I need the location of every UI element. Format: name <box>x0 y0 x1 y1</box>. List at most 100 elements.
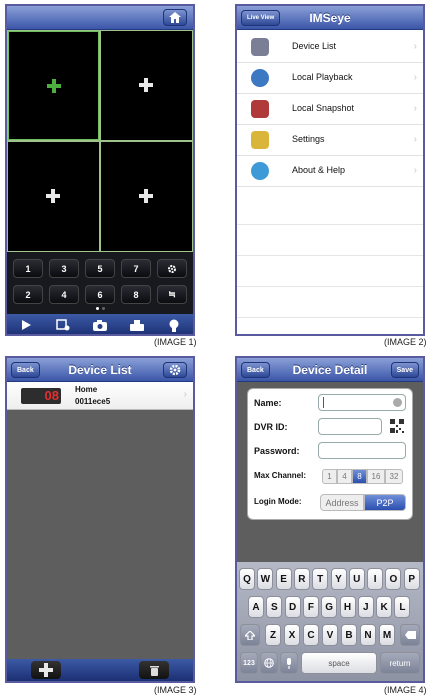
key-t[interactable]: T <box>312 568 329 590</box>
key-j[interactable]: J <box>357 596 374 618</box>
gear-icon <box>169 364 181 376</box>
device-form: Name: DVR ID: Password: Max Channel: 1 4… <box>247 388 413 520</box>
key-g[interactable]: G <box>321 596 338 618</box>
shift-key[interactable] <box>240 624 260 646</box>
key-f[interactable]: F <box>302 596 319 618</box>
channel-option-16[interactable]: 16 <box>367 469 385 484</box>
key-o[interactable]: O <box>385 568 402 590</box>
login-mode-p2p[interactable]: P2P <box>364 494 406 511</box>
microphone-key[interactable] <box>280 652 298 674</box>
password-field[interactable] <box>318 442 406 459</box>
menu-item-local-snapshot[interactable]: Local Snapshot › <box>237 94 423 125</box>
light-button[interactable] <box>155 314 193 334</box>
trash-icon <box>149 665 159 676</box>
add-device-button[interactable] <box>31 661 61 679</box>
video-channel-2[interactable] <box>101 31 192 140</box>
play-icon <box>22 320 31 330</box>
name-field[interactable] <box>318 394 406 411</box>
dvr-id-field[interactable] <box>318 418 382 435</box>
onscreen-keyboard: QWERTYUIOP ASDFGHJKL ZXCVBNM 123 space r… <box>237 562 423 681</box>
channel-key[interactable]: 6 <box>85 285 115 304</box>
chevron-right-icon: › <box>413 41 417 52</box>
channel-option-4[interactable]: 4 <box>337 469 352 484</box>
key-r[interactable]: R <box>293 568 310 590</box>
channel-option-1[interactable]: 1 <box>322 469 337 484</box>
qr-code-icon <box>390 419 404 433</box>
name-label: Name: <box>254 398 282 408</box>
key-z[interactable]: Z <box>265 624 281 646</box>
key-h[interactable]: H <box>339 596 356 618</box>
key-y[interactable]: Y <box>330 568 347 590</box>
video-channel-3[interactable] <box>8 142 99 251</box>
numbers-key[interactable]: 123 <box>240 652 258 674</box>
key-s[interactable]: S <box>266 596 283 618</box>
channel-key[interactable]: 7 <box>121 259 151 278</box>
channel-key[interactable]: 3 <box>49 259 79 278</box>
lightbulb-icon <box>169 319 179 332</box>
channel-option-32[interactable]: 32 <box>385 469 403 484</box>
chevron-right-icon: › <box>413 72 417 83</box>
menu-item-label: Device List <box>292 41 337 51</box>
key-l[interactable]: L <box>394 596 411 618</box>
qr-scan-button[interactable] <box>390 419 404 433</box>
home-button[interactable] <box>163 9 187 26</box>
return-key[interactable]: return <box>380 652 420 674</box>
key-v[interactable]: V <box>322 624 338 646</box>
channel-key[interactable]: 5 <box>85 259 115 278</box>
key-c[interactable]: C <box>303 624 319 646</box>
backspace-icon <box>404 631 416 639</box>
key-p[interactable]: P <box>403 568 420 590</box>
clear-icon[interactable] <box>393 398 402 407</box>
shift-icon <box>245 630 255 640</box>
key-b[interactable]: B <box>341 624 357 646</box>
video-channel-1[interactable] <box>8 31 99 140</box>
channel-key[interactable]: 2 <box>13 285 43 304</box>
menu-item-device-list[interactable]: Device List › <box>237 32 423 63</box>
space-key[interactable]: space <box>301 652 377 674</box>
key-d[interactable]: D <box>284 596 301 618</box>
local-snapshot-icon <box>251 100 269 118</box>
globe-key[interactable] <box>260 652 278 674</box>
add-channel-icon <box>139 78 153 92</box>
key-m[interactable]: M <box>379 624 395 646</box>
channel-key[interactable]: 8 <box>121 285 151 304</box>
key-u[interactable]: U <box>348 568 365 590</box>
key-k[interactable]: K <box>376 596 393 618</box>
device-name: Home <box>75 385 98 394</box>
key-w[interactable]: W <box>257 568 274 590</box>
play-button[interactable] <box>7 314 45 334</box>
menu-item-settings[interactable]: Settings › <box>237 125 423 156</box>
login-mode-address[interactable]: Address <box>320 494 364 511</box>
device-row[interactable]: 08 Home 0011ece5 › <box>7 382 193 410</box>
delete-device-button[interactable] <box>139 661 169 679</box>
channel-key[interactable]: 4 <box>49 285 79 304</box>
text-cursor <box>323 397 324 408</box>
live-toolbar <box>7 314 193 334</box>
settings-button[interactable] <box>163 362 187 378</box>
backspace-key[interactable] <box>400 624 420 646</box>
gear-key[interactable] <box>157 259 187 278</box>
menu-item-about-help[interactable]: About & Help › <box>237 156 423 187</box>
snapshot-button[interactable] <box>81 314 119 334</box>
home-icon <box>169 12 181 23</box>
video-channel-4[interactable] <box>101 142 192 251</box>
channel-option-8[interactable]: 8 <box>352 469 367 484</box>
add-channel-icon <box>47 79 61 93</box>
key-i[interactable]: I <box>367 568 384 590</box>
switch-view-key[interactable]: ≒ <box>157 285 187 304</box>
channel-key[interactable]: 1 <box>13 259 43 278</box>
key-n[interactable]: N <box>360 624 376 646</box>
key-a[interactable]: A <box>248 596 264 618</box>
dvr-icon: 08 <box>21 388 61 404</box>
password-label: Password: <box>254 446 300 456</box>
save-button[interactable]: Save <box>390 362 419 378</box>
playback-button[interactable] <box>44 314 82 334</box>
live-view-screen: 1 3 5 7 2 4 6 8 ≒ <box>5 4 195 336</box>
caption-image-1: (IMAGE 1) <box>154 337 197 347</box>
device-id: 0011ece5 <box>75 397 111 406</box>
ptz-button[interactable] <box>118 314 156 334</box>
key-q[interactable]: Q <box>239 568 255 590</box>
key-x[interactable]: X <box>284 624 300 646</box>
key-e[interactable]: E <box>275 568 292 590</box>
menu-item-local-playback[interactable]: Local Playback › <box>237 63 423 94</box>
